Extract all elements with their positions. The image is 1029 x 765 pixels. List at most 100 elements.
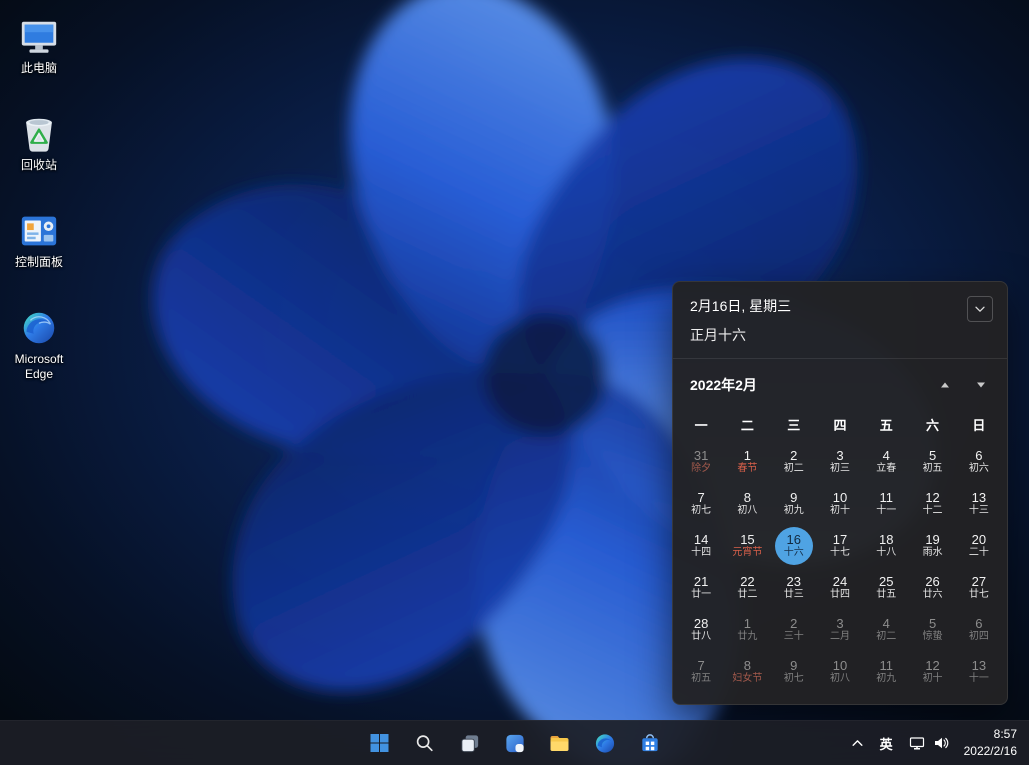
calendar-day[interactable]: 11十一 [863,483,909,525]
day-number: 10 [833,659,847,673]
calendar-day[interactable]: 4初二 [863,609,909,651]
day-number: 11 [880,659,894,673]
calendar-day[interactable]: 8妇女节 [724,651,770,693]
network-volume-button[interactable] [902,725,956,762]
calendar-day[interactable]: 6初六 [956,441,1002,483]
day-number: 26 [925,575,939,589]
day-lunar-label: 立春 [876,464,896,475]
day-lunar-label: 初五 [691,674,711,685]
start-button[interactable] [361,725,398,762]
calendar-day[interactable]: 21廿一 [678,567,724,609]
edge-taskbar-button[interactable] [586,725,623,762]
day-lunar-label: 春节 [737,464,757,475]
day-lunar-label: 廿四 [830,590,850,601]
calendar-day[interactable]: 25廿五 [863,567,909,609]
calendar-day[interactable]: 2初二 [771,441,817,483]
calendar-collapse-button[interactable] [967,296,993,322]
weekday-label: 二 [724,411,770,438]
calendar-day[interactable]: 3二月 [817,609,863,651]
calendar-day[interactable]: 26廿六 [909,567,955,609]
tray-expand-button[interactable] [844,725,871,762]
calendar-day[interactable]: 11初九 [863,651,909,693]
this-pc-icon [18,16,60,58]
desktop-icon-control-panel[interactable]: 控制面板 [2,206,76,290]
calendar-day[interactable]: 12初十 [909,651,955,693]
calendar-day[interactable]: 4立春 [863,441,909,483]
day-lunar-label: 初八 [737,506,757,517]
calendar-day[interactable]: 17十七 [817,525,863,567]
day-number: 19 [925,533,939,547]
calendar-day[interactable]: 1春节 [724,441,770,483]
day-number: 1 [744,449,751,463]
calendar-day[interactable]: 8初八 [724,483,770,525]
desktop-icon-list: 此电脑 回收站 [2,12,76,387]
calendar-day[interactable]: 7初七 [678,483,724,525]
day-lunar-label: 初二 [784,464,804,475]
day-number: 6 [975,449,982,463]
day-lunar-label: 十三 [969,506,989,517]
calendar-day[interactable]: 10初十 [817,483,863,525]
calendar-day[interactable]: 14十四 [678,525,724,567]
day-lunar-label: 十一 [969,674,989,685]
desktop-icon-label: 此电脑 [21,61,57,76]
day-number: 4 [883,617,890,631]
calendar-day-selected[interactable]: 16十六 [771,525,817,567]
calendar-day[interactable]: 9初九 [771,483,817,525]
calendar-day[interactable]: 13十三 [956,483,1002,525]
calendar-day[interactable]: 15元宵节 [724,525,770,567]
edge-icon [593,732,616,755]
desktop-icon-microsoft-edge[interactable]: Microsoft Edge [2,303,76,387]
calendar-day[interactable]: 19雨水 [909,525,955,567]
day-number: 9 [790,659,797,673]
calendar-day[interactable]: 7初五 [678,651,724,693]
calendar-day[interactable]: 5初五 [909,441,955,483]
desktop-icon-this-pc[interactable]: 此电脑 [2,12,76,96]
calendar-day[interactable]: 2三十 [771,609,817,651]
calendar-prev-month-button[interactable] [931,374,959,396]
calendar-day[interactable]: 18十八 [863,525,909,567]
day-lunar-label: 除夕 [691,464,711,475]
network-icon [909,735,925,751]
day-number: 18 [879,533,893,547]
day-number: 21 [694,575,708,589]
calendar-lunar-text: 正月十六 [690,325,791,345]
day-lunar-label: 初四 [969,632,989,643]
store-button[interactable] [631,725,668,762]
clock-time: 8:57 [964,726,1017,743]
calendar-day[interactable]: 5惊蛰 [909,609,955,651]
file-explorer-button[interactable] [541,725,578,762]
calendar-day[interactable]: 20二十 [956,525,1002,567]
weekday-label: 六 [909,411,955,438]
calendar-day[interactable]: 13十一 [956,651,1002,693]
day-lunar-label: 二十 [969,548,989,559]
calendar-day[interactable]: 24廿四 [817,567,863,609]
ime-indicator[interactable]: 英 [871,725,902,762]
search-button[interactable] [406,725,443,762]
day-lunar-label: 十六 [784,548,804,559]
calendar-day[interactable]: 22廿二 [724,567,770,609]
calendar-day[interactable]: 6初四 [956,609,1002,651]
day-lunar-label: 十一 [876,506,896,517]
calendar-day[interactable]: 9初七 [771,651,817,693]
day-number: 16 [786,533,800,547]
calendar-day[interactable]: 1廿九 [724,609,770,651]
widgets-button[interactable] [496,725,533,762]
folder-icon [548,731,572,755]
desktop-icon-recycle-bin[interactable]: 回收站 [2,109,76,193]
chevron-up-icon [851,737,864,750]
calendar-day[interactable]: 23廿三 [771,567,817,609]
day-number: 28 [694,617,708,631]
calendar-day[interactable]: 27廿七 [956,567,1002,609]
calendar-day[interactable]: 28廿八 [678,609,724,651]
calendar-next-month-button[interactable] [967,374,995,396]
day-number: 4 [883,449,890,463]
task-view-button[interactable] [451,725,488,762]
calendar-day[interactable]: 12十二 [909,483,955,525]
calendar-day[interactable]: 31除夕 [678,441,724,483]
calendar-day[interactable]: 3初三 [817,441,863,483]
day-number: 7 [698,659,705,673]
day-lunar-label: 惊蛰 [923,632,943,643]
taskbar-clock[interactable]: 8:57 2022/2/16 [956,725,1027,762]
search-icon [414,732,436,754]
calendar-day[interactable]: 10初八 [817,651,863,693]
